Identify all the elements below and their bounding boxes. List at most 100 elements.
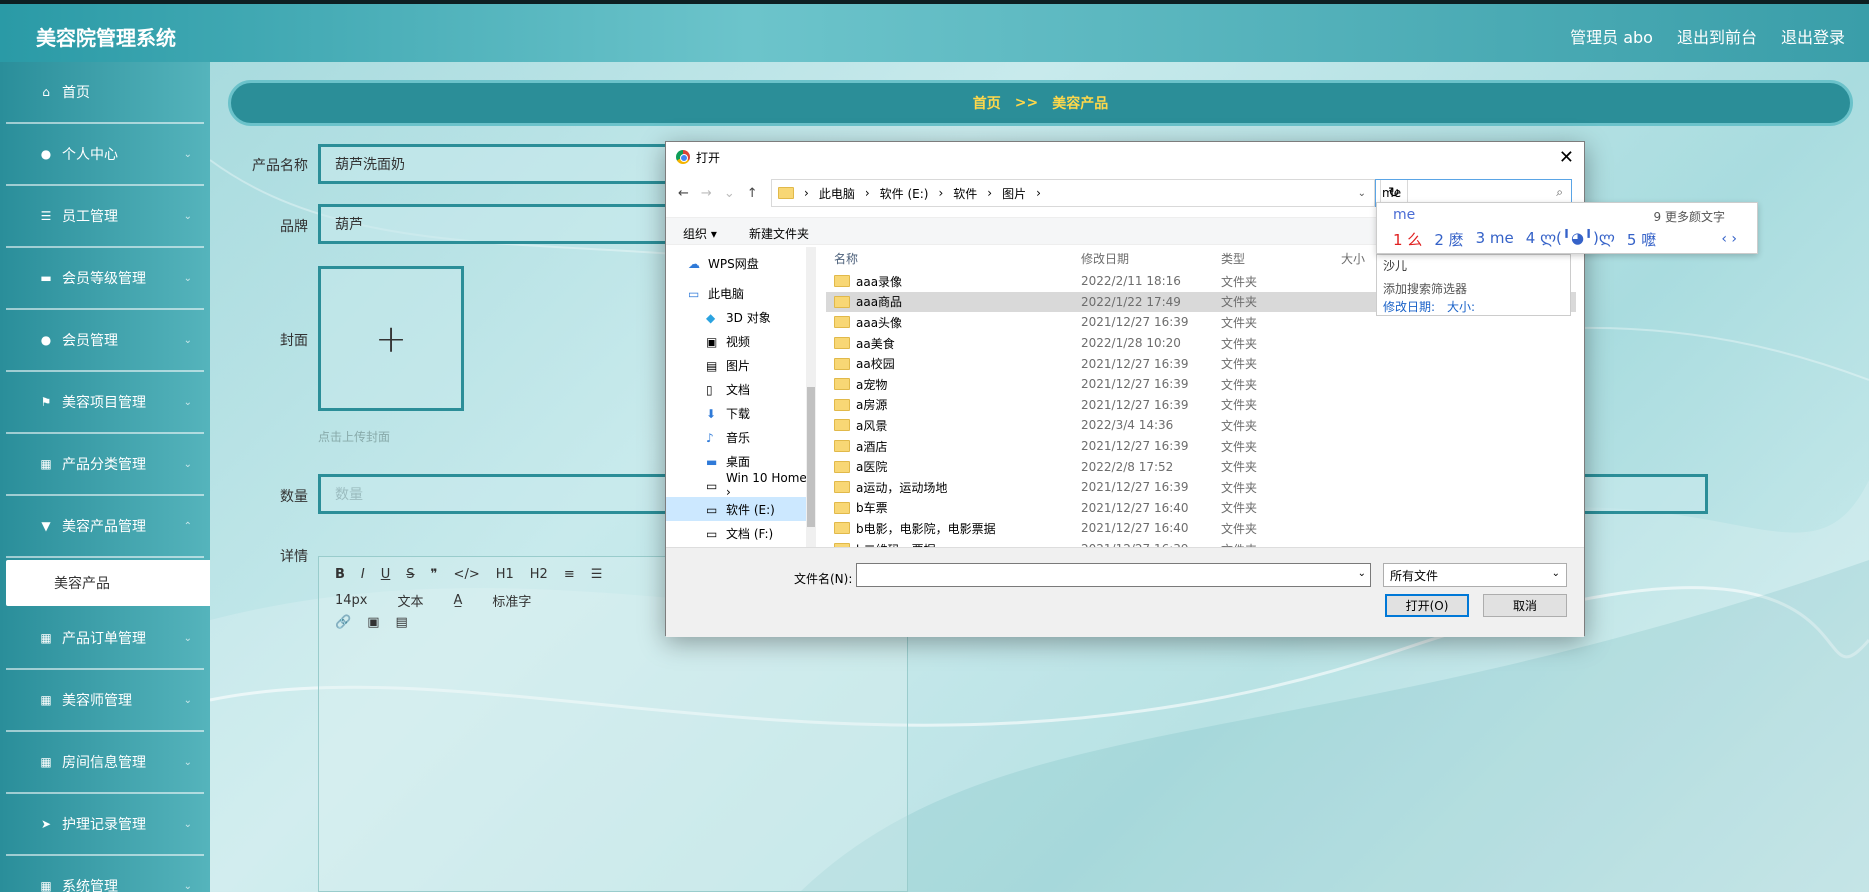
ime-candidate[interactable]: 4 ლ(╹◕╹)ლ	[1526, 229, 1615, 250]
admin-user-label[interactable]: 管理员 abo	[1570, 24, 1653, 48]
file-row[interactable]: a风景 2022/3/4 14:36 文件夹	[826, 415, 1576, 436]
tree-item-documents[interactable]: ▯ 文档	[666, 377, 815, 401]
sidebar-item-home[interactable]: ⌂ 首页	[6, 62, 204, 124]
bold-icon[interactable]: B	[335, 567, 345, 582]
file-date: 2021/12/27 16:39	[1081, 480, 1189, 495]
product-name-input[interactable]: 葫芦洗面奶	[318, 144, 678, 184]
sidebar-item-beauty-projects[interactable]: ⚑ 美容项目管理 ⌄	[6, 372, 204, 434]
cancel-button[interactable]: 取消	[1483, 594, 1567, 617]
up-arrow-icon[interactable]: ↑	[747, 186, 758, 201]
file-row[interactable]: b车票 2021/12/27 16:40 文件夹	[826, 498, 1576, 519]
folder-icon	[834, 419, 850, 432]
path-sep-icon: ›	[1036, 186, 1041, 200]
strikethrough-icon[interactable]: S	[406, 567, 414, 582]
sidebar-item-product-category[interactable]: ▦ 产品分类管理 ⌄	[6, 434, 204, 496]
forward-arrow-icon[interactable]: →	[701, 186, 712, 201]
file-row[interactable]: a宠物 2021/12/27 16:39 文件夹	[826, 374, 1576, 395]
sidebar-item-member-level[interactable]: ▬ 会员等级管理 ⌄	[6, 248, 204, 310]
sidebar-item-label: 护理记录管理	[62, 817, 146, 833]
breadcrumb-home[interactable]: 首页	[973, 93, 1001, 113]
path-segment[interactable]: 此电脑	[819, 185, 855, 202]
link-icon[interactable]: 🔗	[335, 615, 351, 630]
italic-icon[interactable]: I	[361, 567, 365, 582]
path-segment[interactable]: 软件	[953, 185, 977, 202]
bullet-list-icon[interactable]: ☰	[591, 567, 603, 582]
file-date: 2022/3/4 14:36	[1081, 418, 1174, 433]
quote-icon[interactable]: ❞	[431, 567, 438, 582]
brand-input[interactable]: 葫芦	[318, 204, 678, 244]
font-family-select[interactable]: 标准字	[492, 591, 531, 610]
filename-input[interactable]: ⌄	[856, 563, 1371, 587]
open-button[interactable]: 打开(O)	[1385, 594, 1469, 617]
sidebar-item-beauticians[interactable]: ▦ 美容师管理 ⌄	[6, 670, 204, 732]
file-row[interactable]: b电影，电影院，电影票据 2021/12/27 16:40 文件夹	[826, 518, 1576, 539]
logout-link[interactable]: 退出登录	[1781, 24, 1845, 48]
text-type-select[interactable]: 文本	[398, 591, 424, 610]
column-date[interactable]: 修改日期	[1081, 250, 1221, 267]
tree-item-pictures[interactable]: ▤ 图片	[666, 353, 815, 377]
file-row[interactable]: aa校园 2021/12/27 16:39 文件夹	[826, 353, 1576, 374]
new-folder-button[interactable]: 新建文件夹	[749, 225, 809, 242]
file-type-select[interactable]: 所有文件 ⌄	[1383, 563, 1567, 587]
sidebar-item-product-orders[interactable]: ▦ 产品订单管理 ⌄	[6, 608, 204, 670]
tree-item-desktop[interactable]: ▬ 桌面	[666, 449, 815, 473]
tree-item-drive-f[interactable]: ▭ 文档 (F:)	[666, 521, 815, 545]
sidebar-item-care-records[interactable]: ➤ 护理记录管理 ⌄	[6, 794, 204, 856]
underline-icon[interactable]: U	[381, 567, 391, 582]
tree-item-this-pc[interactable]: ▭ 此电脑	[666, 281, 815, 305]
address-bar[interactable]: › 此电脑 › 软件 (E:) › 软件 › 图片 › ⌄	[771, 179, 1375, 207]
sidebar-item-rooms[interactable]: ▦ 房间信息管理 ⌄	[6, 732, 204, 794]
ime-candidate[interactable]: 3 me	[1476, 229, 1514, 250]
sidebar-item-profile[interactable]: ● 个人中心 ⌄	[6, 124, 204, 186]
chevron-down-icon[interactable]: ⌄	[1358, 188, 1366, 199]
sidebar-item-beauty-products[interactable]: ▼ 美容产品管理 ⌃	[6, 496, 204, 558]
sidebar-item-system[interactable]: ▦ 系统管理 ⌄	[6, 856, 204, 892]
file-row[interactable]: a房源 2021/12/27 16:39 文件夹	[826, 395, 1576, 416]
file-row[interactable]: b二维码，票据2021/12/27 16:39文件夹	[826, 539, 1576, 547]
path-segment[interactable]: 图片	[1002, 185, 1026, 202]
tree-scrollbar[interactable]	[806, 247, 816, 547]
file-row[interactable]: a运动，运动场地 2021/12/27 16:39 文件夹	[826, 477, 1576, 498]
file-row[interactable]: a医院 2022/2/8 17:52 文件夹	[826, 456, 1576, 477]
ime-candidate[interactable]: 5 嚒	[1627, 229, 1656, 250]
tree-item-3d[interactable]: ◆ 3D 对象	[666, 305, 815, 329]
file-row[interactable]: aa美食 2022/1/28 10:20 文件夹	[826, 333, 1576, 354]
sidebar-item-staff[interactable]: ☰ 员工管理 ⌄	[6, 186, 204, 248]
filter-size[interactable]: 大小:	[1447, 298, 1475, 315]
file-row[interactable]: a酒店 2021/12/27 16:39 文件夹	[826, 436, 1576, 457]
tree-item-drive-e[interactable]: ▭ 软件 (E:)	[666, 497, 815, 521]
column-type[interactable]: 类型	[1221, 250, 1341, 267]
code-icon[interactable]: </>	[454, 567, 480, 582]
tree-item-win10[interactable]: ▭ Win 10 Home ›	[666, 471, 815, 499]
font-size-select[interactable]: 14px	[335, 593, 368, 608]
scroll-thumb[interactable]	[807, 387, 815, 527]
ordered-list-icon[interactable]: ≡	[564, 567, 575, 582]
recent-chevron-icon[interactable]: ⌄	[724, 186, 735, 201]
back-arrow-icon[interactable]: ←	[678, 186, 689, 201]
chevron-down-icon[interactable]: ⌄	[1358, 568, 1366, 579]
ime-candidate[interactable]: 1 么	[1393, 229, 1422, 250]
ime-candidate[interactable]: 2 麽	[1434, 229, 1463, 250]
tree-item-downloads[interactable]: ⬇ 下载	[666, 401, 815, 425]
tree-item-music[interactable]: ♪ 音乐	[666, 425, 815, 449]
tree-item-wps[interactable]: ☁ WPS网盘	[666, 251, 815, 275]
font-color-icon[interactable]: A̲	[454, 593, 463, 608]
close-icon[interactable]: ✕	[1559, 147, 1574, 168]
tree-item-videos[interactable]: ▣ 视频	[666, 329, 815, 353]
column-name[interactable]: 名称	[826, 250, 1081, 267]
filter-modified-date[interactable]: 修改日期:	[1383, 298, 1435, 315]
video-icon[interactable]: ▤	[395, 615, 407, 630]
organize-button[interactable]: 组织 ▾	[683, 225, 717, 242]
exit-to-front-link[interactable]: 退出到前台	[1677, 24, 1757, 48]
sidebar-subitem-beauty-product[interactable]: 美容产品	[6, 560, 210, 606]
ime-page-nav[interactable]: ‹ ›	[1721, 231, 1737, 247]
cover-upload-box[interactable]: +	[318, 266, 464, 411]
image-icon[interactable]: ▣	[367, 615, 379, 630]
sidebar-item-members[interactable]: ● 会员管理 ⌄	[6, 310, 204, 372]
path-segment[interactable]: 软件 (E:)	[880, 185, 929, 202]
heading1-icon[interactable]: H1	[496, 567, 514, 582]
add-search-filter[interactable]: 添加搜索筛选器	[1383, 280, 1467, 297]
file-name-cell: aa美食	[826, 335, 1081, 352]
heading2-icon[interactable]: H2	[530, 567, 548, 582]
ime-more-emoticons[interactable]: 9 更多颜文字	[1654, 208, 1725, 225]
